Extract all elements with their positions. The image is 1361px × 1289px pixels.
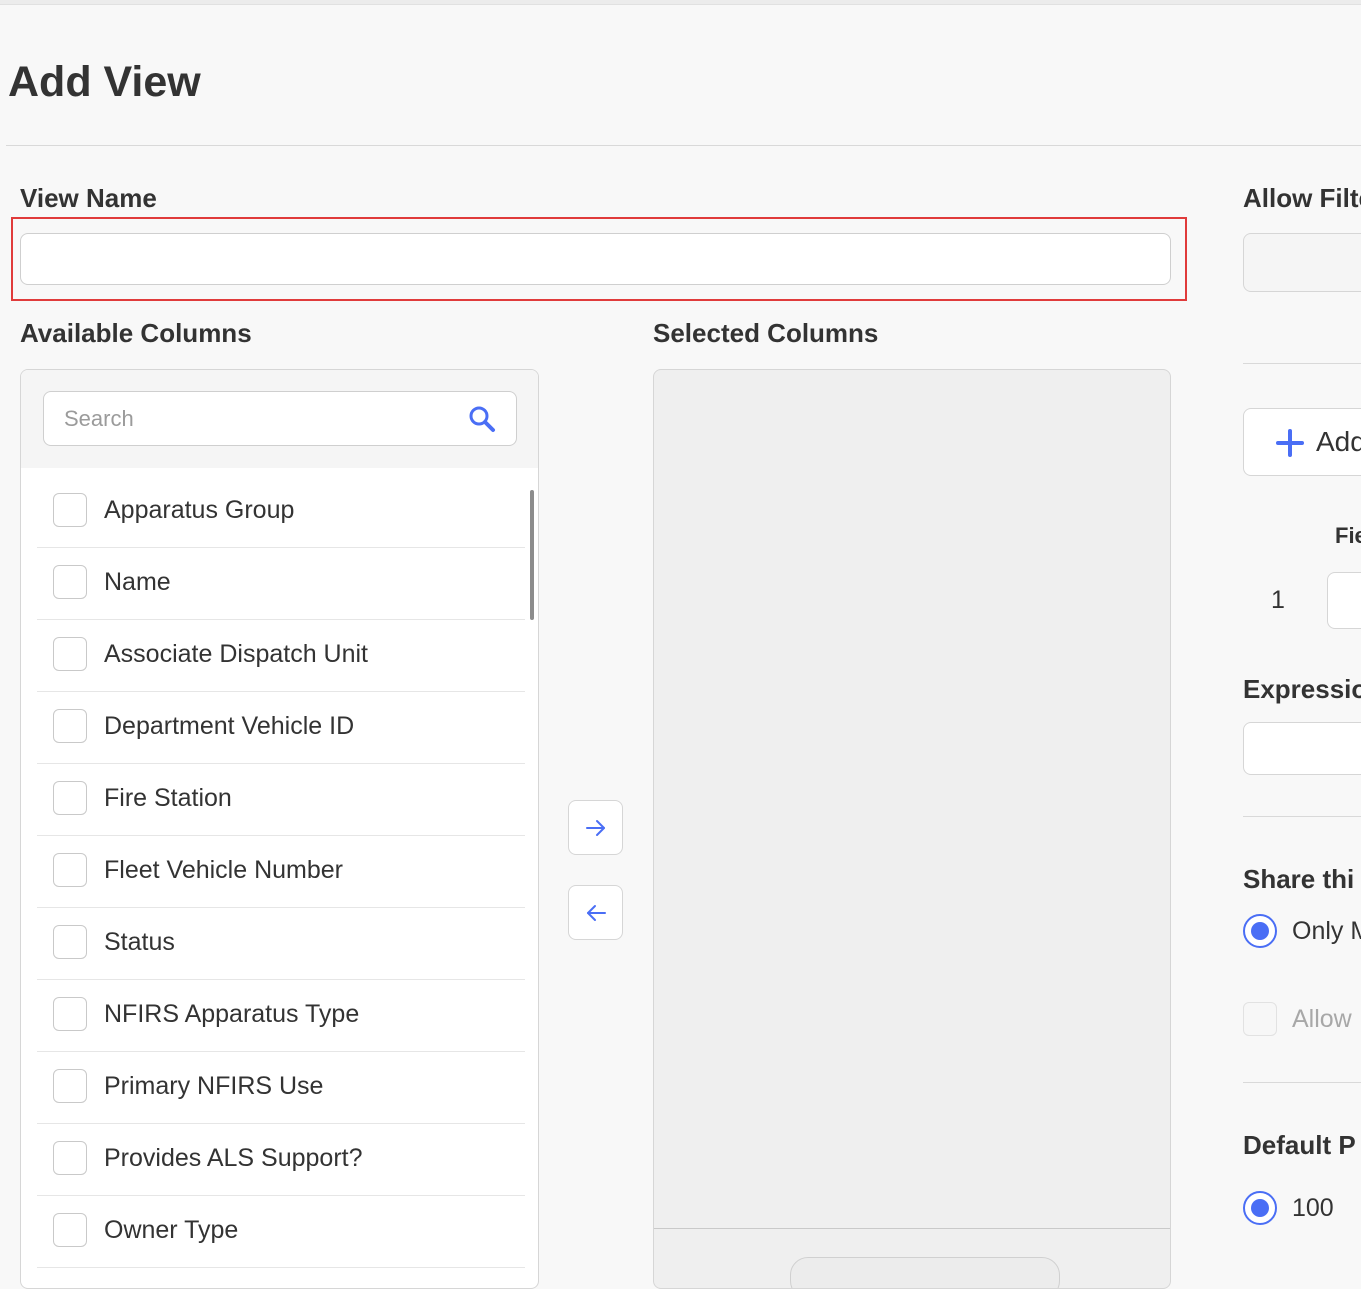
- column-checkbox[interactable]: [53, 853, 87, 887]
- share-only-me-label: Only M: [1292, 917, 1361, 945]
- available-columns-label: Available Columns: [20, 318, 252, 348]
- column-label: Associate Dispatch Unit: [104, 640, 369, 668]
- default-page-size-label: Default P: [1243, 1130, 1356, 1160]
- add-filter-button[interactable]: Add: [1243, 408, 1361, 476]
- add-filter-label: Add: [1316, 426, 1361, 457]
- search-area: [21, 370, 538, 468]
- allow-filters-select[interactable]: [1243, 233, 1361, 292]
- available-columns-list: Apparatus Group Name Associate Dispatch Un…: [37, 476, 525, 1268]
- column-checkbox[interactable]: [53, 709, 87, 743]
- column-list-item[interactable]: Apparatus Group: [37, 476, 525, 548]
- column-list-item[interactable]: Fleet Vehicle Number: [37, 836, 525, 908]
- column-checkbox[interactable]: [53, 997, 87, 1031]
- page-title: Add View: [8, 58, 201, 106]
- move-left-button[interactable]: [568, 885, 623, 940]
- column-checkbox[interactable]: [53, 565, 87, 599]
- share-only-me-radio[interactable]: [1243, 914, 1277, 948]
- column-checkbox[interactable]: [53, 637, 87, 671]
- selected-footer-divider: [654, 1228, 1170, 1229]
- search-input[interactable]: [43, 391, 517, 446]
- column-checkbox[interactable]: [53, 1213, 87, 1247]
- filter-row-number: 1: [1271, 586, 1285, 614]
- allow-checkbox[interactable]: [1243, 1002, 1277, 1036]
- column-label: Name: [104, 568, 171, 596]
- expression-label: Expressio: [1243, 674, 1361, 704]
- allow-filters-label: Allow Filte: [1243, 183, 1361, 213]
- column-list-item[interactable]: NFIRS Apparatus Type: [37, 980, 525, 1052]
- column-label: NFIRS Apparatus Type: [104, 1000, 360, 1028]
- column-label: Fire Station: [104, 784, 232, 812]
- view-name-input[interactable]: [20, 233, 1171, 285]
- field-column-header: Fie: [1335, 523, 1361, 548]
- column-list-item[interactable]: Name: [37, 548, 525, 620]
- column-checkbox[interactable]: [53, 1069, 87, 1103]
- column-list-item[interactable]: Owner Type: [37, 1196, 525, 1268]
- column-list-item[interactable]: Provides ALS Support?: [37, 1124, 525, 1196]
- column-list-item[interactable]: Status: [37, 908, 525, 980]
- move-right-button[interactable]: [568, 800, 623, 855]
- filters-divider: [1243, 363, 1361, 364]
- allow-checkbox-label: Allow: [1292, 1005, 1352, 1033]
- share-label: Share thi: [1243, 864, 1355, 894]
- available-columns-panel: Apparatus Group Name Associate Dispatch Un…: [20, 369, 539, 1289]
- column-list-item[interactable]: Department Vehicle ID: [37, 692, 525, 764]
- column-label: Apparatus Group: [104, 496, 295, 524]
- selected-footer-button[interactable]: [790, 1257, 1060, 1288]
- column-list-item[interactable]: Primary NFIRS Use: [37, 1052, 525, 1124]
- column-checkbox[interactable]: [53, 493, 87, 527]
- top-border: [0, 0, 1361, 5]
- column-label: Primary NFIRS Use: [104, 1072, 324, 1100]
- column-label: Fleet Vehicle Number: [104, 856, 344, 884]
- title-divider: [6, 145, 1361, 146]
- page-size-100-label: 100: [1292, 1194, 1334, 1222]
- filter-field-select[interactable]: [1327, 572, 1361, 629]
- column-checkbox[interactable]: [53, 925, 87, 959]
- column-label: Owner Type: [104, 1216, 239, 1244]
- page-size-100-radio[interactable]: [1243, 1191, 1277, 1225]
- share-divider: [1243, 1082, 1361, 1083]
- column-label: Department Vehicle ID: [104, 712, 355, 740]
- expression-input[interactable]: [1243, 722, 1361, 775]
- column-checkbox[interactable]: [53, 1141, 87, 1175]
- selected-columns-panel[interactable]: [653, 369, 1171, 1289]
- search-icon[interactable]: [468, 405, 496, 433]
- view-name-label: View Name: [20, 183, 157, 213]
- column-checkbox[interactable]: [53, 781, 87, 815]
- column-label: Provides ALS Support?: [104, 1144, 363, 1172]
- column-list-item[interactable]: Fire Station: [37, 764, 525, 836]
- list-scrollbar[interactable]: [530, 490, 534, 620]
- expression-divider: [1243, 816, 1361, 817]
- column-list-item[interactable]: Associate Dispatch Unit: [37, 620, 525, 692]
- selected-columns-label: Selected Columns: [653, 318, 879, 348]
- column-label: Status: [104, 928, 175, 956]
